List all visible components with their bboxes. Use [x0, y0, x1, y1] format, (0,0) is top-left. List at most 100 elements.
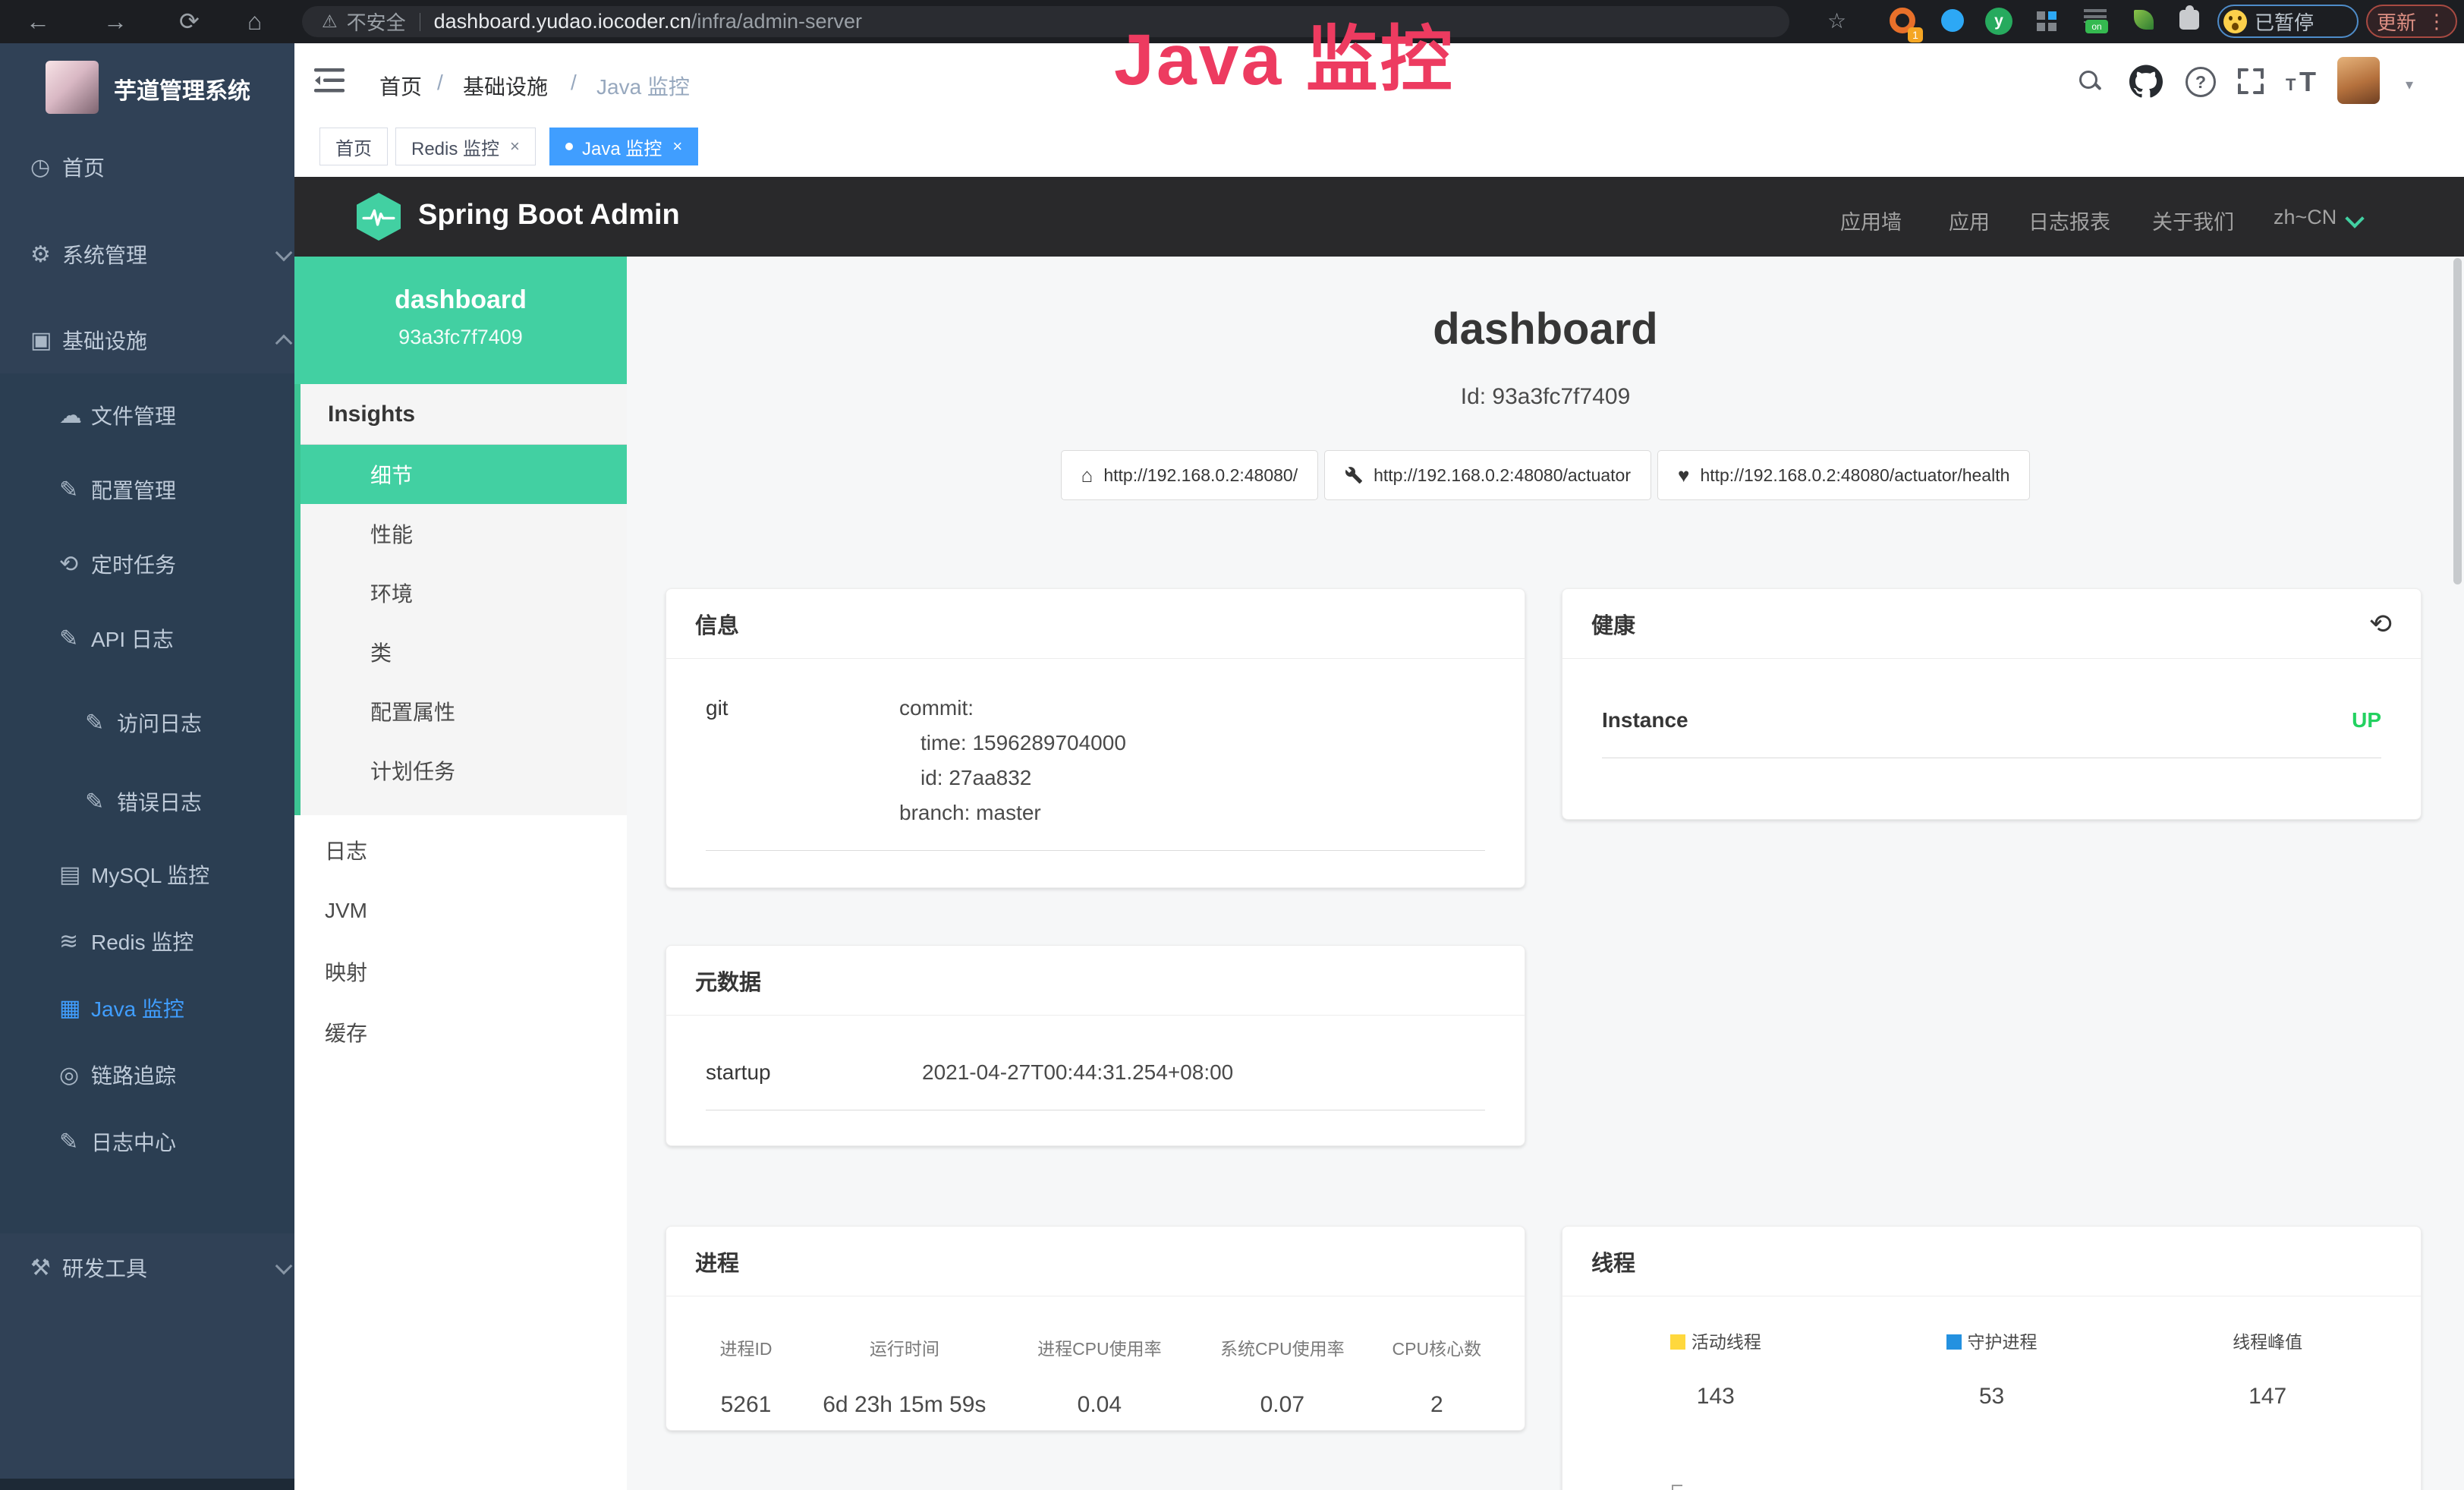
monitor-icon: ▣: [30, 327, 62, 354]
tab-label: 首页: [335, 134, 372, 160]
sidebar-item-system[interactable]: ⚙ 系统管理: [0, 230, 325, 279]
sidebar-bottom-strip: [0, 1479, 294, 1490]
breadcrumb-infra[interactable]: 基础设施: [463, 71, 548, 101]
cloud-icon: ☁: [59, 402, 91, 429]
sidebar-item-home[interactable]: ◷ 首页: [0, 143, 325, 191]
locale-chevron-down-icon: [2345, 209, 2364, 228]
health-instance-label: Instance: [1602, 703, 1688, 738]
sba-item-config-props[interactable]: 配置属性: [301, 682, 627, 741]
sba-nav-about[interactable]: 关于我们: [2152, 206, 2234, 235]
browser-forward-icon[interactable]: →: [103, 5, 127, 38]
sba-locale-select[interactable]: zh~CN: [2274, 206, 2337, 229]
sba-item-jvm[interactable]: JVM: [294, 881, 627, 940]
bookmark-star-icon[interactable]: ☆: [1827, 5, 1846, 38]
sba-logo-icon[interactable]: [357, 193, 401, 241]
sidebar-item-dev-tools[interactable]: ⚒ 研发工具: [0, 1243, 325, 1292]
instance-links: ⌂ http://192.168.0.2:48080/ http://192.1…: [627, 450, 2464, 500]
tab-java-monitor[interactable]: Java 监控 ×: [549, 128, 698, 165]
actuator-url-button[interactable]: http://192.168.0.2:48080/actuator: [1324, 450, 1651, 500]
sba-content: dashboard Id: 93a3fc7f7409 ⌂ http://192.…: [627, 257, 2464, 1490]
actuator-url: http://192.168.0.2:48080/actuator: [1374, 465, 1631, 486]
browser-reload-icon[interactable]: ⟳: [179, 5, 200, 38]
extension-pin-icon[interactable]: [1941, 9, 1964, 32]
paused-profile-pill[interactable]: 已暂停: [2217, 5, 2359, 38]
service-url: http://192.168.0.2:48080/: [1103, 465, 1298, 486]
health-url: http://192.168.0.2:48080/actuator/health: [1700, 465, 2009, 486]
page-subtitle: Id: 93a3fc7f7409: [627, 384, 2464, 410]
extension-y-icon[interactable]: y: [1985, 8, 2012, 35]
service-url-button[interactable]: ⌂ http://192.168.0.2:48080/: [1061, 450, 1319, 500]
sidebar-item-label: 日志中心: [91, 1126, 176, 1157]
tab-close-icon[interactable]: ×: [510, 137, 520, 156]
extension-grid-icon[interactable]: [2037, 11, 2056, 31]
sba-item-environment[interactable]: 环境: [301, 563, 627, 622]
wrench-icon: [1345, 466, 1363, 484]
process-col-uptime: 运行时间 6d 23h 15m 59s: [803, 1331, 1006, 1422]
annotation-java-monitor: Java 监控: [1114, 2, 1455, 106]
info-card: 信息 git commit: time: 1596289704000 id: 2…: [666, 588, 1525, 888]
user-avatar[interactable]: [2337, 57, 2380, 104]
sba-item-metrics[interactable]: 性能: [301, 504, 627, 563]
sba-nav-applications[interactable]: 应用: [1949, 206, 1990, 235]
app-logo[interactable]: [46, 61, 99, 114]
edit-icon: ✎: [85, 789, 117, 815]
browser-back-icon[interactable]: ←: [26, 5, 50, 38]
sba-instance-header[interactable]: dashboard 93a3fc7f7409: [294, 257, 627, 384]
tab-home[interactable]: 首页: [319, 128, 388, 165]
tab-close-icon[interactable]: ×: [672, 137, 682, 156]
tab-label: Redis 监控: [411, 134, 499, 160]
col-value: 0.04: [1006, 1388, 1193, 1422]
sba-item-classes[interactable]: 类: [301, 622, 627, 682]
legend-label: 守护进程: [1968, 1332, 2038, 1352]
github-icon[interactable]: [2129, 65, 2163, 98]
sba-item-details[interactable]: 细节: [301, 445, 627, 504]
health-history-icon[interactable]: ⟲: [2369, 608, 2392, 640]
address-bar[interactable]: ⚠ 不安全 dashboard.yudao.iocoder.cn /infra/…: [302, 6, 1789, 37]
metadata-card: 元数据 startup 2021-04-27T00:44:31.254+08:0…: [666, 945, 1525, 1146]
extension-orange-icon[interactable]: 1: [1890, 8, 1915, 33]
sba-item-mappings[interactable]: 映射: [294, 942, 627, 1001]
process-card-title: 进程: [666, 1227, 1525, 1296]
process-card: 进程 进程ID 5261 运行时间 6d 23h 15m 59s 进程CPU使用…: [666, 1226, 1525, 1431]
font-size-icon[interactable]: T: [2286, 75, 2296, 95]
edit-icon: ✎: [85, 710, 117, 736]
update-label: 更新: [2377, 8, 2416, 36]
hamburger-icon[interactable]: [314, 68, 345, 93]
insights-group-label: Insights: [301, 384, 627, 445]
legend-value: 53: [1854, 1379, 2130, 1414]
legend-yellow-swatch: [1670, 1334, 1685, 1350]
sba-nav-wallboard[interactable]: 应用墙: [1840, 206, 1902, 235]
legend-value: 143: [1578, 1379, 1854, 1414]
extension-list-icon[interactable]: on: [2084, 9, 2107, 23]
legend-label: 线程峰值: [2233, 1332, 2302, 1352]
help-icon[interactable]: ?: [2186, 67, 2216, 97]
health-status-badge: UP: [2352, 703, 2381, 738]
browser-menu-dots-icon[interactable]: ⋮: [2427, 10, 2447, 33]
breadcrumb-home[interactable]: 首页: [379, 71, 422, 101]
extensions-puzzle-icon[interactable]: [2179, 10, 2199, 30]
fullscreen-icon[interactable]: [2236, 66, 2266, 96]
info-row-value: commit: time: 1596289704000 id: 27aa832 …: [899, 691, 1126, 830]
git-time-line: time: 1596289704000: [899, 726, 1126, 761]
sba-item-logs[interactable]: 日志: [294, 821, 627, 880]
avatar-caret-icon[interactable]: ▾: [2406, 75, 2413, 94]
gear-icon: ⚙: [30, 241, 62, 268]
sba-item-scheduled-tasks[interactable]: 计划任务: [301, 741, 627, 800]
tab-redis-monitor[interactable]: Redis 监控 ×: [395, 128, 536, 165]
threads-card-title: 线程: [1562, 1227, 2421, 1296]
process-col-pid: 进程ID 5261: [689, 1331, 803, 1422]
extension-leaf-icon[interactable]: [2134, 10, 2154, 30]
sidebar-item-infra[interactable]: ▣ 基础设施: [0, 316, 325, 364]
sba-item-caches[interactable]: 缓存: [294, 1003, 627, 1062]
update-browser-pill[interactable]: 更新 ⋮: [2366, 5, 2457, 38]
screen-icon: ▦: [59, 995, 91, 1022]
process-col-syscpu: 系统CPU使用率 0.07: [1193, 1331, 1372, 1422]
sidebar-item-label: 定时任务: [91, 549, 176, 579]
page-scrollbar-thumb[interactable]: [2453, 258, 2462, 584]
col-header: 系统CPU使用率: [1193, 1331, 1372, 1366]
info-card-title: 信息: [666, 589, 1525, 659]
browser-home-icon[interactable]: ⌂: [247, 5, 262, 38]
health-url-button[interactable]: ♥ http://192.168.0.2:48080/actuator/heal…: [1657, 450, 2030, 500]
sba-nav-journal[interactable]: 日志报表: [2028, 206, 2110, 235]
extension-y-letter: y: [1994, 12, 2003, 30]
